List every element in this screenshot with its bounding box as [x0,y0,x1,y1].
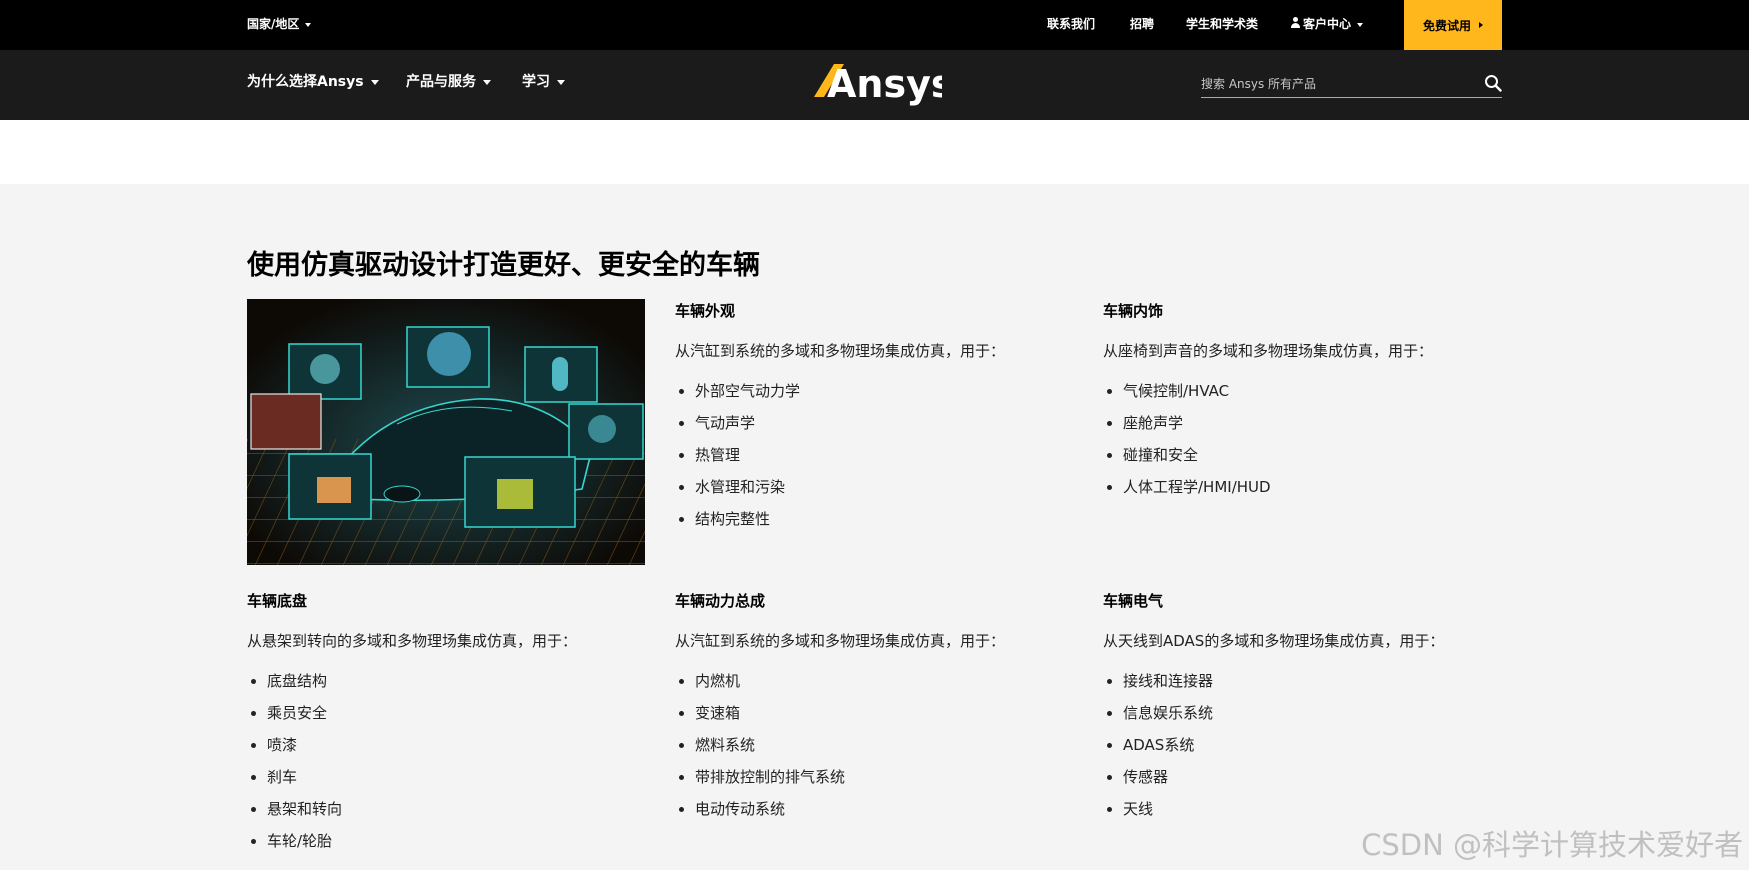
list-item: 信息娱乐系统 [1103,702,1503,734]
nav-why-ansys[interactable]: 为什么选择Ansys [247,71,379,91]
feature-list: 底盘结构 乘员安全 喷漆 刹车 悬架和转向 车轮/轮胎 [247,670,647,862]
list-item: 内燃机 [675,670,1075,702]
list-item: ADAS系统 [1103,734,1503,766]
section-heading: 车辆底盘 [247,592,308,610]
list-item: 结构完整性 [675,508,1075,540]
list-item: 带排放控制的排气系统 [675,766,1075,798]
list-item: 外部空气动力学 [675,380,1075,412]
section-description: 从悬架到转向的多域和多物理场集成仿真，用于： [247,632,578,650]
list-item: 人体工程学/HMI/HUD [1103,476,1503,508]
section-description: 从汽缸到系统的多域和多物理场集成仿真，用于： [675,342,1006,360]
user-icon [1290,17,1301,29]
nav-label: 为什么选择Ansys [247,74,364,90]
list-item: 气动声学 [675,412,1075,444]
free-trial-label: 免费试用 [1422,18,1471,33]
contact-link[interactable]: 联系我们 [1047,15,1095,32]
list-item: 水管理和污染 [675,476,1075,508]
list-item: 车轮/轮胎 [247,830,647,862]
list-item: 刹车 [247,766,647,798]
section-heading: 车辆电气 [1103,592,1164,610]
feature-list: 内燃机 变速箱 燃料系统 带排放控制的排气系统 电动传动系统 [675,670,1075,830]
list-item: 传感器 [1103,766,1503,798]
nav-learn[interactable]: 学习 [522,71,565,91]
list-item: 变速箱 [675,702,1075,734]
customer-center-menu[interactable]: 客户中心 [1290,15,1364,32]
list-item: 底盘结构 [247,670,647,702]
list-item: 碰撞和安全 [1103,444,1503,476]
chevron-down-icon [370,79,379,85]
nav-label: 学习 [522,74,550,90]
list-item: 喷漆 [247,734,647,766]
careers-link[interactable]: 招聘 [1130,15,1154,32]
free-trial-button[interactable]: 免费试用 [1404,0,1502,50]
feature-list: 外部空气动力学 气动声学 热管理 水管理和污染 结构完整性 [675,380,1075,540]
list-item: 座舱声学 [1103,412,1503,444]
list-item: 接线和连接器 [1103,670,1503,702]
chevron-down-icon [483,79,491,85]
feature-list: 气候控制/HVAC 座舱声学 碰撞和安全 人体工程学/HMI/HUD [1103,380,1503,508]
section-interior: 车辆内饰 从座椅到声音的多域和多物理场集成仿真，用于： 气候控制/HVAC 座舱… [1103,300,1503,508]
chevron-right-icon [1479,22,1483,28]
chevron-down-icon [557,79,565,85]
section-electrical: 车辆电气 从天线到ADAS的多域和多物理场集成仿真，用于： 接线和连接器 信息娱… [1103,590,1503,830]
search-input[interactable] [1201,74,1466,94]
nav-label: 产品与服务 [406,74,476,90]
students-academic-link[interactable]: 学生和学术类 [1186,15,1258,32]
section-description: 从汽缸到系统的多域和多物理场集成仿真，用于： [675,632,1006,650]
section-exterior: 车辆外观 从汽缸到系统的多域和多物理场集成仿真，用于： 外部空气动力学 气动声学… [675,300,1075,540]
list-item: 热管理 [675,444,1075,476]
banner-strip [0,120,1749,184]
logo-wordmark: Ansys [827,62,942,106]
section-description: 从天线到ADAS的多域和多物理场集成仿真，用于： [1103,632,1445,650]
nav-products-services[interactable]: 产品与服务 [406,71,491,91]
search-icon[interactable] [1484,74,1502,92]
feature-list: 接线和连接器 信息娱乐系统 ADAS系统 传感器 天线 [1103,670,1503,830]
region-label: 国家/地区 [247,17,300,31]
section-chassis: 车辆底盘 从悬架到转向的多域和多物理场集成仿真，用于： 底盘结构 乘员安全 喷漆… [247,590,647,862]
list-item: 电动传动系统 [675,798,1075,830]
section-heading: 车辆动力总成 [675,592,766,610]
hero-image [247,299,645,565]
section-title: 使用仿真驱动设计打造更好、更安全的车辆 [247,250,760,281]
chevron-down-icon [1357,22,1364,27]
list-item: 乘员安全 [247,702,647,734]
region-selector[interactable]: 国家/地区 [247,15,312,32]
watermark: CSDN @科学计算技术爱好者 [1361,828,1743,862]
section-heading: 车辆内饰 [1103,302,1164,320]
section-description: 从座椅到声音的多域和多物理场集成仿真，用于： [1103,342,1434,360]
section-heading: 车辆外观 [675,302,736,320]
section-powertrain: 车辆动力总成 从汽缸到系统的多域和多物理场集成仿真，用于： 内燃机 变速箱 燃料… [675,590,1075,830]
list-item: 悬架和转向 [247,798,647,830]
search-bar [1201,72,1502,98]
list-item: 燃料系统 [675,734,1075,766]
ansys-logo[interactable]: Ansys [812,62,953,108]
customer-center-label: 客户中心 [1303,17,1352,31]
list-item: 气候控制/HVAC [1103,380,1503,412]
chevron-down-icon [305,22,312,27]
